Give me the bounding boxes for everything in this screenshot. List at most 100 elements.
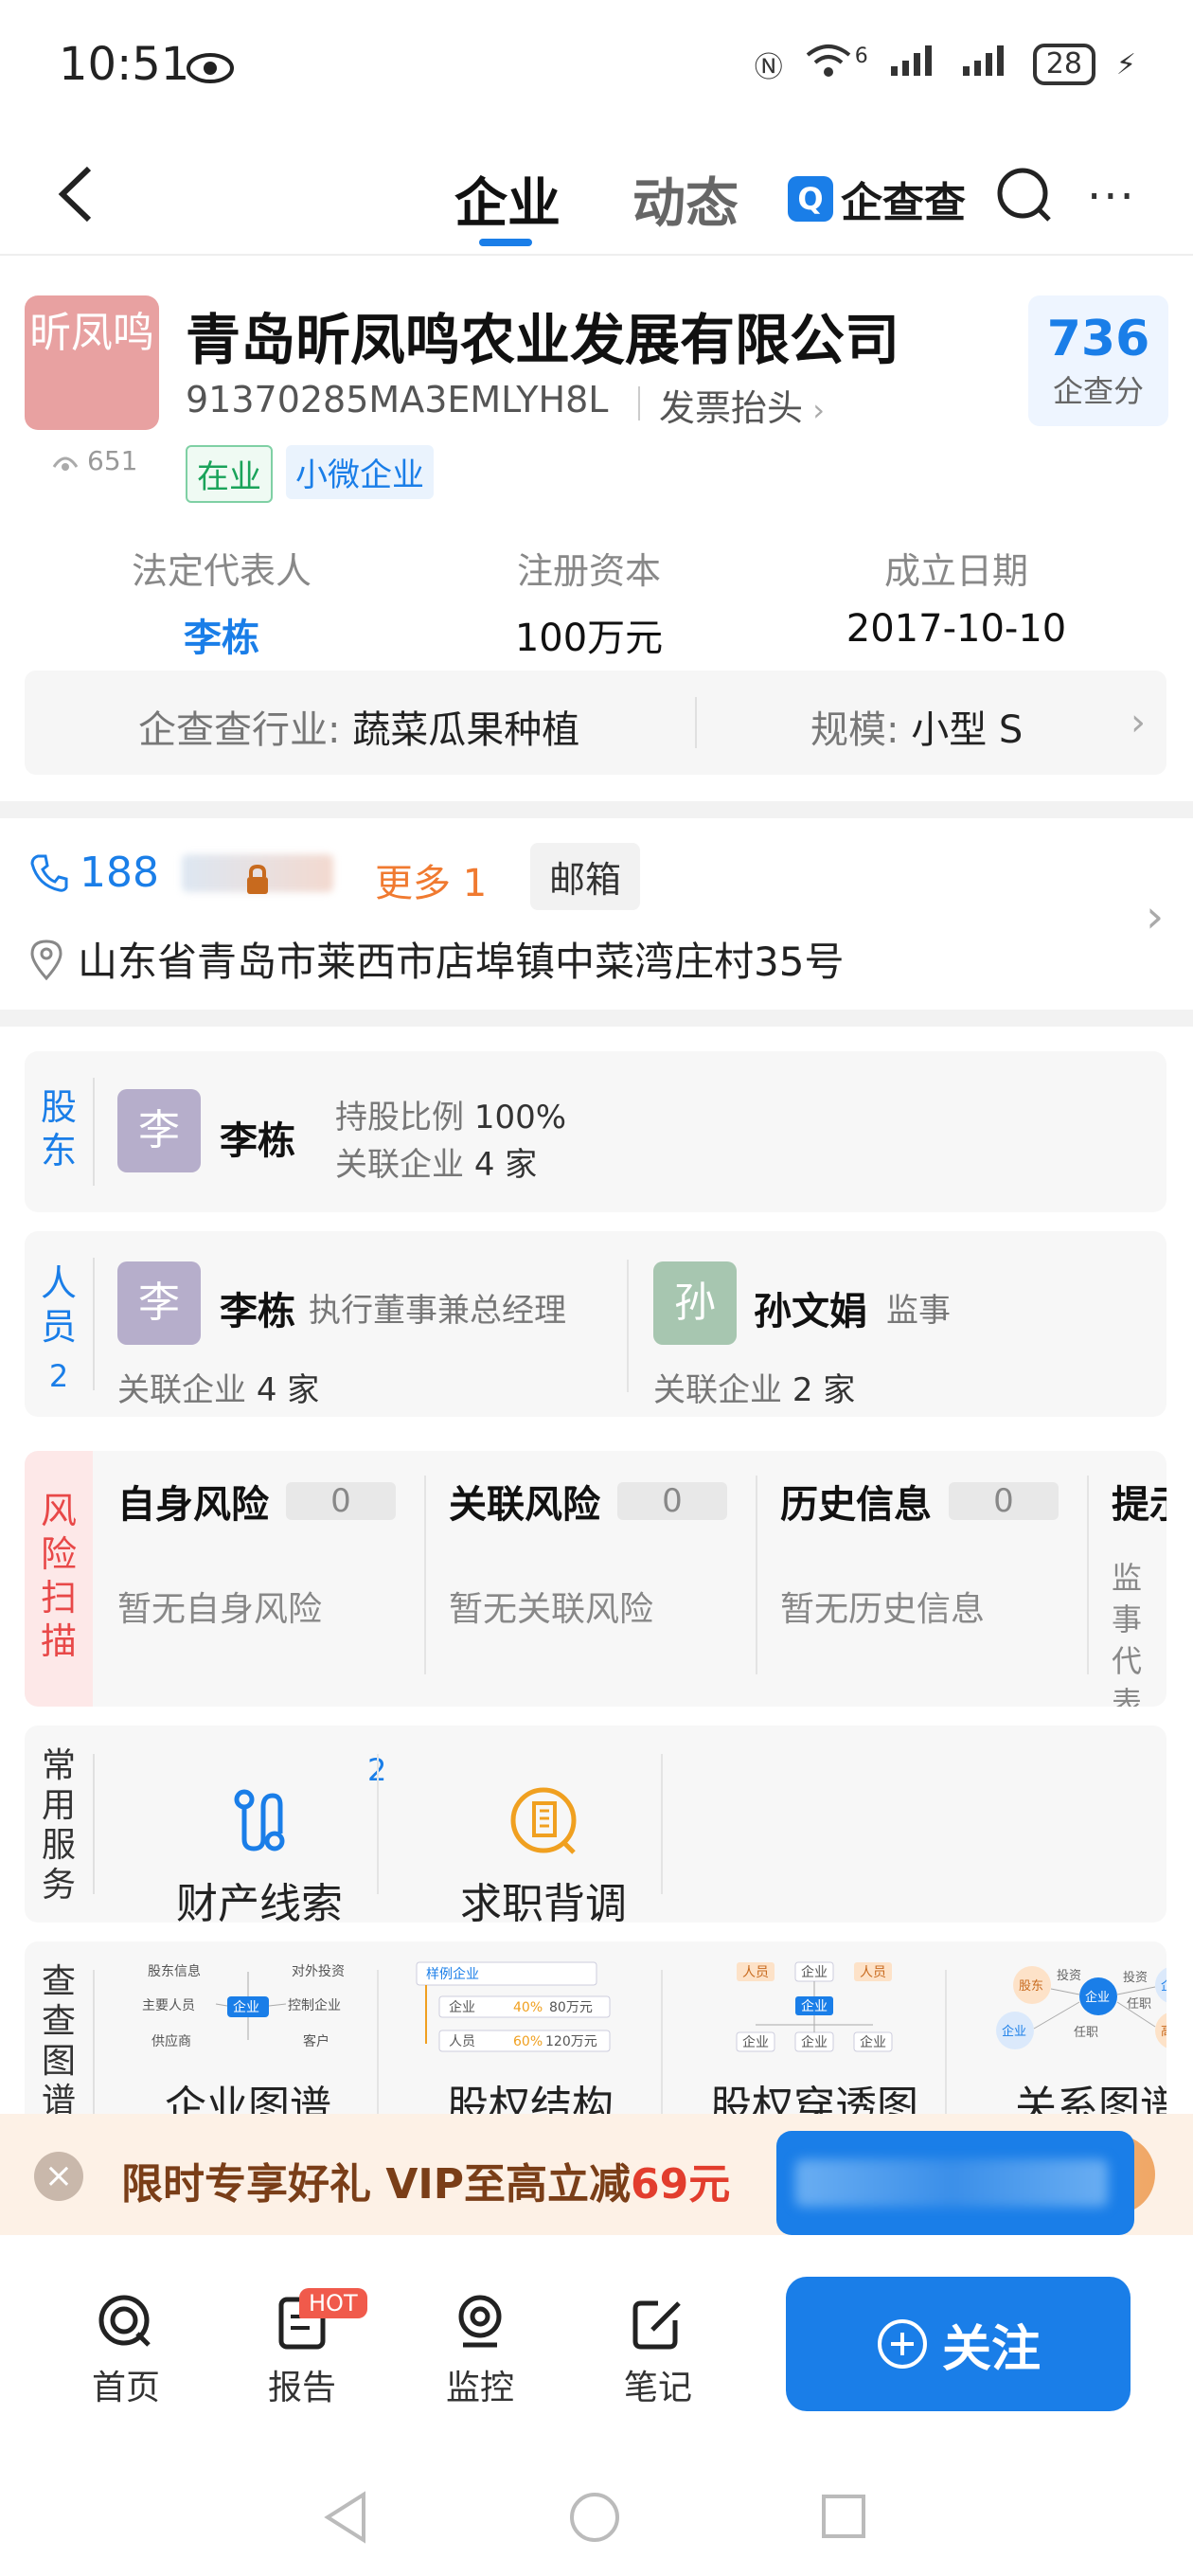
industry-value: 蔬菜瓜果种植 — [352, 708, 580, 752]
risk-item-self[interactable]: 自身风险 0 暂无自身风险 — [117, 1474, 430, 1631]
follow-button[interactable]: 关注 — [786, 2277, 1131, 2411]
back-icon[interactable] — [53, 161, 100, 227]
tooltip-blurred-text — [795, 2159, 1108, 2207]
capital-block: 注册资本 100万元 — [409, 542, 769, 662]
scale-value: 小型 S — [911, 708, 1024, 752]
risk-title: 自身风险 — [117, 1483, 269, 1527]
graphs-label-text: 查查图谱 — [41, 1962, 76, 2120]
close-icon[interactable]: × — [34, 2152, 83, 2201]
nav-monitor[interactable]: 监控 — [418, 2292, 542, 2409]
risk-item-history[interactable]: 历史信息 0 暂无历史信息 — [780, 1474, 1093, 1631]
top-nav: 企业 动态 Q 企查查 ··· — [0, 133, 1193, 256]
views-icon — [52, 456, 79, 471]
graph-equity-structure[interactable]: 样例企业 企业 40% 80万元 人员 60% 120万元 股权结构 — [398, 1959, 663, 2131]
risk-item-related[interactable]: 关联风险 0 暂无关联风险 — [449, 1474, 761, 1631]
graph-node: 任职 — [1074, 2026, 1098, 2040]
phone-row[interactable]: 188 — [28, 849, 333, 897]
chevron-right-icon[interactable]: › — [1146, 890, 1164, 943]
recents-square-icon[interactable] — [820, 2493, 867, 2540]
nav-label: 笔记 — [623, 2369, 692, 2407]
industry-info: 企查查行业: 蔬菜瓜果种植 — [138, 699, 579, 754]
home-circle-icon[interactable] — [568, 2491, 621, 2544]
tab-company[interactable]: 企业 — [454, 161, 561, 238]
search-icon[interactable] — [994, 165, 1055, 225]
staff-name[interactable]: 李栋 — [220, 1280, 295, 1335]
company-logo: 昕凤鸣 — [25, 295, 159, 430]
divider — [627, 1260, 629, 1392]
graph-node: 企业 — [801, 2034, 828, 2050]
divider — [377, 1970, 379, 2131]
risk-count: 0 — [949, 1482, 1059, 1520]
graph-node: 人员 — [860, 1965, 886, 1980]
shareholder-name[interactable]: 李栋 — [220, 1110, 295, 1165]
divider — [93, 1970, 95, 2131]
section-gap — [0, 1010, 1193, 1027]
service-label: 求职背调 — [460, 1880, 627, 1928]
graph-node: 任职 — [1127, 1997, 1151, 2012]
phone-icon — [30, 854, 68, 892]
more-contacts-link[interactable]: 更多 1 — [375, 852, 487, 907]
capital-label: 注册资本 — [516, 550, 661, 592]
credit-code[interactable]: 91370285MA3EMLYH8L — [186, 379, 608, 420]
company-score[interactable]: 736 企查分 — [1028, 295, 1168, 426]
graph-node: 投资 — [1123, 1970, 1148, 1985]
shareholders-card[interactable]: 股东 李 李栋 持股比例 100% 关联企业 4 家 — [25, 1051, 1166, 1212]
divider — [424, 1476, 426, 1674]
divider — [695, 697, 697, 748]
risk-item-hint[interactable]: 提示 监事 代表 息( — [1112, 1474, 1166, 1707]
staff-card[interactable]: 人员 2 李 李栋 执行董事兼总经理 关联企业 4 家 孙 孙文娟 监事 关联企… — [25, 1231, 1166, 1417]
graph-node: 企业 — [1085, 1990, 1110, 2005]
graph-node: 人员 — [449, 2034, 475, 2049]
graph-node: 客户 — [303, 2033, 329, 2049]
graphs-card: 查查图谱 股东信息 对外投资 主要人员 企业 控制企业 供应商 客户 企业图谱 — [25, 1941, 1166, 2131]
staff-label: 人员 2 — [25, 1231, 93, 1398]
service-asset-clues[interactable]: 财产线索 2 — [117, 1744, 401, 1930]
divider — [756, 1476, 757, 1674]
divider — [945, 1970, 947, 2131]
legal-rep-name[interactable]: 李栋 — [42, 607, 401, 662]
risk-desc: 暂无关联风险 — [449, 1590, 654, 1629]
graph-equity-penetration[interactable]: 人员 企业 人员 企业 企业 企业 企业 股权穿透图 — [682, 1959, 947, 2131]
brand-mark-icon: Q — [788, 176, 833, 222]
address-row[interactable]: 山东省青岛市莱西市店埠镇中菜湾庄村35号 — [28, 930, 844, 988]
risk-scan-card[interactable]: 风险扫描 自身风险 0 暂无自身风险 关联风险 0 暂无关联风险 历史信息 0 暂无历… — [25, 1451, 1166, 1707]
industry-bar[interactable]: 企查查行业: 蔬菜瓜果种植 规模: 小型 S › — [25, 671, 1166, 775]
divider — [93, 1754, 95, 1894]
tab-active-underline — [479, 239, 532, 246]
back-triangle-icon[interactable] — [322, 2491, 369, 2544]
size-badge: 小微企业 — [286, 445, 434, 499]
divider — [661, 1970, 663, 2131]
more-menu-icon[interactable]: ··· — [1087, 170, 1136, 224]
invoice-link[interactable]: 发票抬头 › — [659, 379, 825, 431]
location-icon — [30, 939, 62, 980]
graph-node: 企业 — [449, 1999, 475, 2015]
notes-edit-icon — [632, 2300, 681, 2350]
staff-name[interactable]: 孙文娟 — [754, 1280, 867, 1335]
divider — [1087, 1476, 1089, 1674]
home-logo-icon — [98, 2295, 151, 2347]
view-count: 651 — [51, 445, 137, 476]
battery-indicator: 28 — [1032, 44, 1095, 85]
divider — [638, 386, 640, 420]
ratio-label: 持股比例 — [335, 1099, 464, 1136]
signal-icon-2 — [961, 44, 1012, 85]
nav-home[interactable]: 首页 — [64, 2292, 187, 2409]
risk-count: 0 — [286, 1482, 396, 1520]
risk-title: 提示 — [1112, 1483, 1166, 1527]
scale-info: 规模: 小型 S — [810, 699, 1023, 754]
tab-news[interactable]: 动态 — [632, 161, 739, 238]
email-button[interactable]: 邮箱 — [530, 843, 641, 910]
related-value: 4 家 — [473, 1146, 538, 1184]
nav-notes[interactable]: 笔记 — [596, 2292, 720, 2409]
relation-graph-thumbnail: 股东 投资 企业 投资 企业 任职 高管 任职 企业 — [996, 1966, 1166, 2049]
graph-enterprise[interactable]: 股东信息 对外投资 主要人员 企业 控制企业 供应商 客户 企业图谱 — [116, 1959, 381, 2131]
service-job-check[interactable]: 求职背调 — [401, 1744, 686, 1930]
graph-relations[interactable]: 股东 投资 企业 投资 企业 任职 高管 任职 企业 关系图谱 — [966, 1959, 1166, 2131]
scale-label: 规模: — [810, 708, 899, 752]
risk-desc: 暂无历史信息 — [780, 1590, 986, 1629]
equity-penetration-thumbnail: 人员 企业 人员 企业 企业 企业 企业 — [736, 1961, 893, 2052]
company-name: 青岛昕凤鸣农业发展有限公司 — [186, 308, 900, 372]
chevron-right-icon: › — [1131, 701, 1146, 744]
building-search-icon — [510, 1787, 577, 1854]
graph-node: 企业 — [742, 2034, 769, 2050]
